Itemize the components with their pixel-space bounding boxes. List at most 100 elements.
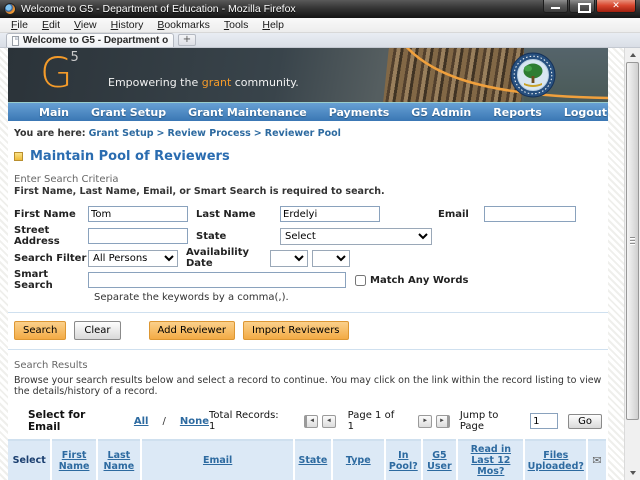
prev-page-button[interactable]: ◄ bbox=[322, 415, 336, 428]
search-button[interactable]: Search bbox=[14, 321, 66, 340]
availability-day-select[interactable] bbox=[312, 250, 350, 267]
menu-history[interactable]: History bbox=[104, 18, 151, 32]
menu-tools[interactable]: Tools bbox=[217, 18, 256, 32]
breadcrumb-prefix: You are here: bbox=[14, 128, 86, 139]
g5-logo: G5 bbox=[40, 50, 79, 96]
match-any-words-label: Match Any Words bbox=[370, 275, 468, 286]
page-title: Maintain Pool of Reviewers bbox=[30, 149, 230, 164]
nav-grant-maintenance[interactable]: Grant Maintenance bbox=[177, 106, 318, 119]
nav-grant-setup[interactable]: Grant Setup bbox=[80, 106, 177, 119]
smart-search-hint: Separate the keywords by a comma(,). bbox=[94, 292, 608, 303]
main-navigation: Main Grant Setup Grant Maintenance Payme… bbox=[8, 102, 608, 121]
page-icon bbox=[12, 36, 19, 46]
results-table: Select First Name Last Name Email State … bbox=[8, 439, 608, 480]
col-type[interactable]: Type bbox=[346, 455, 371, 466]
scrollbar-down-icon[interactable] bbox=[626, 466, 640, 479]
search-criteria-form: First Name Last Name Email Street Addres… bbox=[8, 203, 608, 303]
email-input[interactable] bbox=[484, 206, 576, 222]
select-none-link[interactable]: None bbox=[180, 416, 209, 427]
title-bullet-icon bbox=[14, 152, 23, 161]
window-title: Welcome to G5 - Department of Education … bbox=[21, 3, 296, 15]
nav-payments[interactable]: Payments bbox=[318, 106, 401, 119]
go-button[interactable]: Go bbox=[568, 414, 602, 429]
tagline-pre: Empowering the bbox=[108, 76, 202, 89]
minimize-button[interactable] bbox=[543, 0, 568, 13]
close-button[interactable] bbox=[596, 0, 636, 13]
window-titlebar[interactable]: Welcome to G5 - Department of Education … bbox=[0, 0, 640, 18]
breadcrumb-separator: > bbox=[154, 128, 168, 139]
tagline-accent: grant bbox=[202, 76, 232, 89]
menu-help[interactable]: Help bbox=[255, 18, 291, 32]
col-first-name[interactable]: First Name bbox=[59, 450, 90, 472]
pagination-top: Total Records: 1 ◄ ◄ Page 1 of 1 ► ► Jum… bbox=[209, 410, 602, 432]
match-any-words-checkbox[interactable] bbox=[355, 275, 366, 286]
state-label: State bbox=[196, 231, 280, 242]
search-filter-label: Search Filter bbox=[8, 253, 88, 264]
select-all-link[interactable]: All bbox=[134, 416, 149, 427]
last-page-button[interactable]: ► bbox=[436, 415, 450, 428]
breadcrumb: You are here: Grant Setup>Review Process… bbox=[8, 121, 608, 139]
new-tab-button[interactable]: + bbox=[178, 34, 196, 46]
breadcrumb-review-process[interactable]: Review Process bbox=[168, 128, 251, 139]
last-name-input[interactable] bbox=[280, 206, 380, 222]
clear-button[interactable]: Clear bbox=[74, 321, 120, 340]
table-header-row: Select First Name Last Name Email State … bbox=[8, 440, 607, 480]
street-address-input[interactable] bbox=[88, 228, 188, 244]
menu-view[interactable]: View bbox=[67, 18, 104, 32]
state-select[interactable]: Select bbox=[280, 228, 432, 245]
col-email[interactable]: Email bbox=[203, 455, 232, 466]
tab-welcome-g5[interactable]: Welcome to G5 - Department of Edu... bbox=[6, 33, 174, 47]
tab-title: Welcome to G5 - Department of Edu... bbox=[23, 35, 168, 46]
last-name-label: Last Name bbox=[196, 209, 280, 220]
col-last-name[interactable]: Last Name bbox=[104, 450, 135, 472]
breadcrumb-grant-setup[interactable]: Grant Setup bbox=[89, 128, 154, 139]
g5-logo-5: 5 bbox=[71, 50, 79, 65]
menu-edit[interactable]: Edit bbox=[35, 18, 67, 32]
tagline-post: community. bbox=[231, 76, 298, 89]
scrollbar-up-icon[interactable] bbox=[626, 49, 640, 62]
results-instructions: Browse your search results below and sel… bbox=[14, 375, 608, 397]
col-read-12mos[interactable]: Read in Last 12 Mos? bbox=[471, 444, 511, 477]
next-page-button[interactable]: ► bbox=[418, 415, 432, 428]
envelope-icon: ✉ bbox=[592, 454, 601, 467]
department-of-education-seal-icon bbox=[510, 52, 556, 98]
slash-separator: / bbox=[162, 416, 165, 427]
g5-banner: G5 Empowering the grant community. bbox=[8, 48, 608, 102]
divider bbox=[8, 349, 608, 350]
vertical-scrollbar[interactable] bbox=[624, 48, 640, 480]
search-filter-select[interactable]: All Persons bbox=[88, 250, 178, 267]
first-page-button[interactable]: ◄ bbox=[304, 415, 318, 428]
first-name-input[interactable] bbox=[88, 206, 188, 222]
add-reviewer-button[interactable]: Add Reviewer bbox=[149, 321, 235, 340]
nav-reports[interactable]: Reports bbox=[482, 106, 553, 119]
page-background: G5 Empowering the grant community. Mai bbox=[0, 48, 624, 480]
total-records-label: Total Records: 1 bbox=[209, 410, 286, 432]
breadcrumb-separator: > bbox=[251, 128, 265, 139]
email-label: Email bbox=[438, 209, 484, 220]
col-in-pool[interactable]: In Pool? bbox=[389, 450, 418, 472]
criteria-heading: Enter Search Criteria bbox=[14, 174, 608, 185]
divider bbox=[8, 312, 608, 313]
results-heading: Search Results bbox=[14, 360, 608, 371]
nav-g5-admin[interactable]: G5 Admin bbox=[400, 106, 482, 119]
nav-logout[interactable]: Logout bbox=[553, 106, 618, 119]
banner-tagline: Empowering the grant community. bbox=[108, 76, 299, 89]
g5-logo-g: G bbox=[40, 48, 73, 97]
smart-search-input[interactable] bbox=[88, 272, 346, 288]
col-files-uploaded[interactable]: Files Uploaded? bbox=[528, 450, 584, 472]
availability-month-select[interactable] bbox=[270, 250, 308, 267]
select-for-email-label: Select for Email bbox=[28, 409, 120, 433]
firefox-icon bbox=[4, 3, 16, 15]
scrollbar-thumb[interactable] bbox=[626, 62, 639, 420]
tab-bar: Welcome to G5 - Department of Edu... + bbox=[0, 33, 640, 48]
maximize-button[interactable] bbox=[569, 0, 595, 13]
smart-search-label: Smart Search bbox=[8, 269, 88, 291]
menu-file[interactable]: File bbox=[4, 18, 35, 32]
nav-main[interactable]: Main bbox=[28, 106, 80, 119]
col-state[interactable]: State bbox=[299, 455, 328, 466]
menu-bookmarks[interactable]: Bookmarks bbox=[150, 18, 217, 32]
breadcrumb-reviewer-pool[interactable]: Reviewer Pool bbox=[265, 128, 341, 139]
import-reviewers-button[interactable]: Import Reviewers bbox=[243, 321, 349, 340]
col-g5-user[interactable]: G5 User bbox=[427, 450, 452, 472]
jump-to-page-input[interactable] bbox=[530, 413, 558, 429]
